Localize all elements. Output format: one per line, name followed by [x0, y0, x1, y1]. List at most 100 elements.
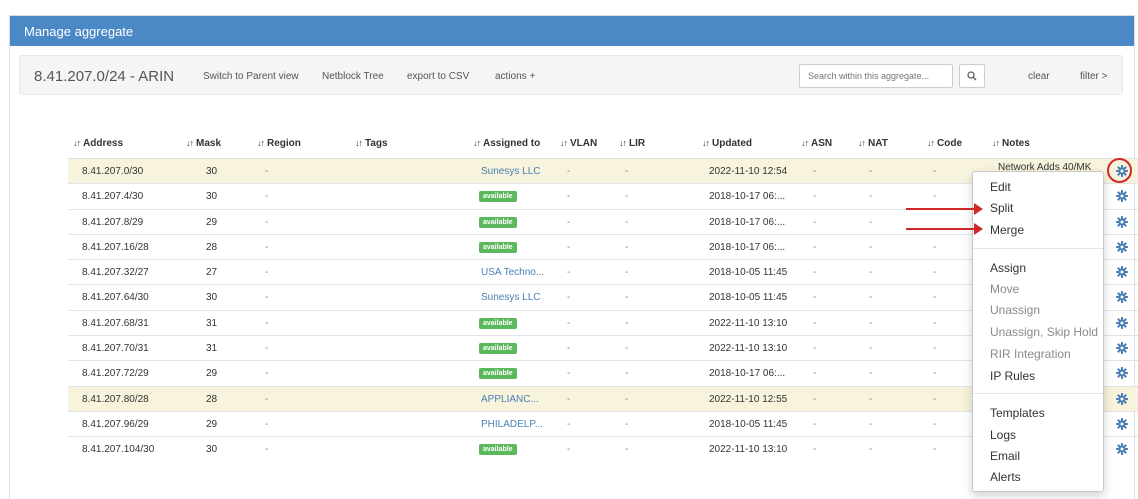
code-cell: - — [933, 418, 937, 430]
sort-icon: ↓↑ — [186, 138, 194, 148]
region-cell: - — [265, 292, 269, 304]
updated-cell: 2022-11-10 12:55 — [709, 393, 788, 405]
mask-cell: 30 — [206, 444, 218, 456]
menu-item-email[interactable]: Email — [990, 449, 1020, 463]
menu-item-alerts[interactable]: Alerts — [990, 470, 1021, 484]
gear-icon[interactable] — [1116, 417, 1128, 430]
column-header-notes[interactable]: ↓↑ Notes — [992, 138, 1030, 149]
lir-cell: - — [625, 292, 629, 304]
switch-parent-view-button[interactable]: Switch to Parent view — [203, 71, 299, 82]
gear-icon[interactable] — [1116, 392, 1128, 405]
address-cell[interactable]: 8.41.207.8/29 — [82, 217, 143, 228]
address-cell[interactable]: 8.41.207.96/29 — [82, 419, 149, 430]
available-badge: available — [479, 216, 517, 228]
assigned-to-link[interactable]: USA Techno... — [481, 267, 544, 278]
mask-cell: 28 — [206, 241, 218, 253]
updated-cell: 2018-10-05 11:45 — [709, 267, 788, 279]
vlan-cell: - — [567, 216, 571, 228]
column-header-region[interactable]: ↓↑ Region — [257, 138, 301, 149]
address-cell[interactable]: 8.41.207.32/27 — [82, 267, 149, 278]
address-cell[interactable]: 8.41.207.72/29 — [82, 368, 149, 379]
annotation-arrow-merge — [906, 223, 983, 235]
column-header-address[interactable]: ↓↑ Address — [73, 138, 123, 149]
column-header-vlan[interactable]: ↓↑ VLAN — [560, 138, 597, 149]
mask-cell: 31 — [206, 317, 218, 329]
asn-cell: - — [813, 216, 817, 228]
region-cell: - — [265, 317, 269, 329]
address-cell[interactable]: 8.41.207.70/31 — [82, 343, 149, 354]
address-cell[interactable]: 8.41.207.0/30 — [82, 166, 143, 177]
search-button[interactable] — [959, 64, 985, 88]
sort-icon: ↓↑ — [257, 138, 265, 148]
nat-cell: - — [869, 166, 873, 177]
code-cell: - — [933, 166, 937, 177]
actions-dropdown[interactable]: actions + — [495, 71, 535, 82]
address-cell[interactable]: 8.41.207.68/31 — [82, 318, 149, 329]
filter-button[interactable]: filter > — [1080, 71, 1108, 82]
region-cell: - — [265, 241, 269, 253]
menu-item-unassign-skip-hold: Unassign, Skip Hold — [990, 325, 1099, 339]
region-cell: - — [265, 166, 269, 177]
available-badge: available — [479, 241, 517, 253]
nat-cell: - — [869, 292, 873, 304]
address-cell[interactable]: 8.41.207.80/28 — [82, 394, 149, 405]
menu-item-edit[interactable]: Edit — [990, 180, 1011, 194]
asn-cell: - — [813, 418, 817, 430]
gear-icon[interactable] — [1116, 291, 1128, 304]
gear-icon[interactable] — [1116, 190, 1128, 203]
gear-icon[interactable] — [1116, 316, 1128, 329]
mask-cell: 30 — [206, 166, 218, 177]
address-cell[interactable]: 8.41.207.4/30 — [82, 191, 143, 202]
nat-cell: - — [869, 393, 873, 405]
menu-item-merge[interactable]: Merge — [990, 223, 1024, 237]
sort-icon: ↓↑ — [355, 138, 363, 148]
address-cell[interactable]: 8.41.207.104/30 — [82, 444, 154, 455]
menu-item-logs[interactable]: Logs — [990, 428, 1016, 442]
column-header-updated[interactable]: ↓↑ Updated — [702, 138, 752, 149]
netblock-tree-button[interactable]: Netblock Tree — [322, 71, 384, 82]
clear-button[interactable]: clear — [1028, 71, 1050, 82]
address-cell[interactable]: 8.41.207.64/30 — [82, 292, 149, 303]
vlan-cell: - — [567, 166, 571, 177]
column-header-assigned-to[interactable]: ↓↑ Assigned to — [473, 138, 540, 149]
gear-icon[interactable] — [1116, 240, 1128, 253]
gear-icon[interactable] — [1116, 215, 1128, 228]
menu-item-ip-rules[interactable]: IP Rules — [990, 369, 1035, 383]
asn-cell: - — [813, 292, 817, 304]
lir-cell: - — [625, 317, 629, 329]
assigned-to-link[interactable]: Sunesys LLC — [481, 166, 540, 177]
gear-icon[interactable] — [1116, 367, 1128, 380]
assigned-to-link[interactable]: Sunesys LLC — [481, 292, 540, 303]
aggregate-search-input[interactable] — [799, 64, 953, 88]
gear-icon[interactable] — [1116, 266, 1128, 279]
address-cell[interactable]: 8.41.207.16/28 — [82, 242, 149, 253]
menu-item-assign[interactable]: Assign — [990, 261, 1026, 275]
vlan-cell: - — [567, 317, 571, 329]
aggregate-toolbar: 8.41.207.0/24 - ARIN Switch to Parent vi… — [19, 55, 1123, 95]
sort-icon: ↓↑ — [927, 138, 935, 148]
gear-icon[interactable] — [1116, 342, 1128, 355]
column-header-mask[interactable]: ↓↑ Mask — [186, 138, 221, 149]
column-header-nat[interactable]: ↓↑ NAT — [858, 138, 888, 149]
menu-item-templates[interactable]: Templates — [990, 406, 1045, 420]
assigned-to-link[interactable]: PHILADELP... — [481, 419, 543, 430]
region-cell: - — [265, 191, 269, 203]
lir-cell: - — [625, 368, 629, 380]
asn-cell: - — [813, 368, 817, 380]
column-header-tags[interactable]: ↓↑ Tags — [355, 138, 388, 149]
gear-icon[interactable] — [1116, 443, 1128, 456]
column-header-lir[interactable]: ↓↑ LIR — [619, 138, 645, 149]
assigned-to-link[interactable]: APPLIANC... — [481, 394, 539, 405]
nat-cell: - — [869, 191, 873, 203]
nat-cell: - — [869, 343, 873, 355]
aggregate-title: 8.41.207.0/24 - ARIN — [34, 68, 175, 85]
code-cell: - — [933, 393, 937, 405]
code-cell: - — [933, 292, 937, 304]
lir-cell: - — [625, 393, 629, 405]
menu-item-split[interactable]: Split — [990, 201, 1013, 215]
sort-icon: ↓↑ — [619, 138, 627, 148]
export-csv-button[interactable]: export to CSV — [407, 71, 469, 82]
column-header-code[interactable]: ↓↑ Code — [927, 138, 962, 149]
updated-cell: 2018-10-17 06:... — [709, 241, 786, 253]
column-header-asn[interactable]: ↓↑ ASN — [801, 138, 832, 149]
